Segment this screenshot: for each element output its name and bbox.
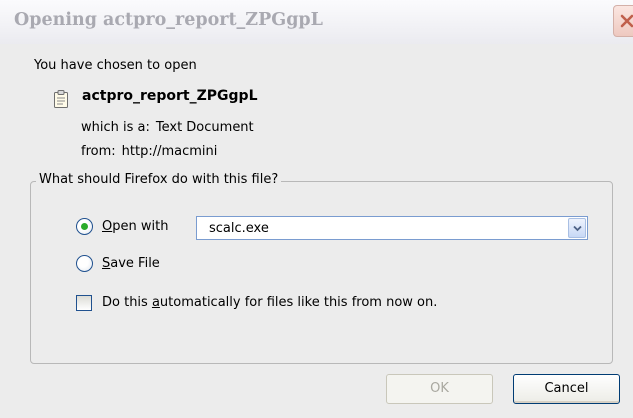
text-document-icon bbox=[53, 90, 69, 112]
auto-checkbox[interactable] bbox=[76, 295, 92, 311]
file-source-line: from: http://macmini bbox=[81, 144, 217, 159]
cancel-button[interactable]: Cancel bbox=[513, 374, 620, 404]
file-name: actpro_report_ZPGgpL bbox=[82, 88, 258, 104]
file-source-value: http://macmini bbox=[121, 144, 218, 159]
chevron-down-icon bbox=[573, 225, 582, 232]
auto-checkbox-label[interactable]: Do this automatically for files like thi… bbox=[102, 295, 437, 310]
open-with-mnemonic: O bbox=[102, 219, 113, 234]
application-dropdown-button[interactable] bbox=[568, 218, 586, 238]
application-select-value: scalc.exe bbox=[209, 221, 269, 236]
close-icon bbox=[620, 14, 633, 28]
close-button[interactable] bbox=[613, 5, 633, 37]
dialog-body: You have chosen to open actpro_report_ZP… bbox=[0, 44, 633, 418]
file-source-label: from: bbox=[81, 144, 116, 159]
title-bar[interactable]: Opening actpro_report_ZPGgpL bbox=[0, 0, 633, 44]
open-with-label[interactable]: Open with bbox=[102, 219, 168, 234]
file-type-label: which is a: bbox=[81, 120, 150, 135]
window-title: Opening actpro_report_ZPGgpL bbox=[14, 10, 323, 30]
open-with-radio[interactable] bbox=[76, 218, 93, 235]
file-type-value: Text Document bbox=[155, 120, 254, 135]
action-groupbox bbox=[30, 181, 613, 364]
file-type-line: which is a: Text Document bbox=[81, 120, 254, 135]
action-group-legend: What should Firefox do with this file? bbox=[36, 172, 282, 187]
download-dialog: Opening actpro_report_ZPGgpL You have ch… bbox=[0, 0, 633, 418]
save-file-label-rest: ave File bbox=[110, 256, 160, 271]
save-file-label[interactable]: Save File bbox=[102, 256, 160, 271]
save-file-radio[interactable] bbox=[76, 255, 93, 272]
ok-button[interactable]: OK bbox=[386, 374, 493, 404]
auto-label-mnemonic: a bbox=[151, 295, 160, 310]
open-with-label-rest: pen with bbox=[112, 219, 169, 234]
radio-selected-dot bbox=[81, 223, 88, 230]
intro-text: You have chosen to open bbox=[34, 58, 197, 73]
auto-label-suffix: utomatically for files like this from no… bbox=[159, 295, 438, 310]
application-select[interactable]: scalc.exe bbox=[196, 216, 588, 240]
auto-label-prefix: Do this bbox=[102, 295, 152, 310]
